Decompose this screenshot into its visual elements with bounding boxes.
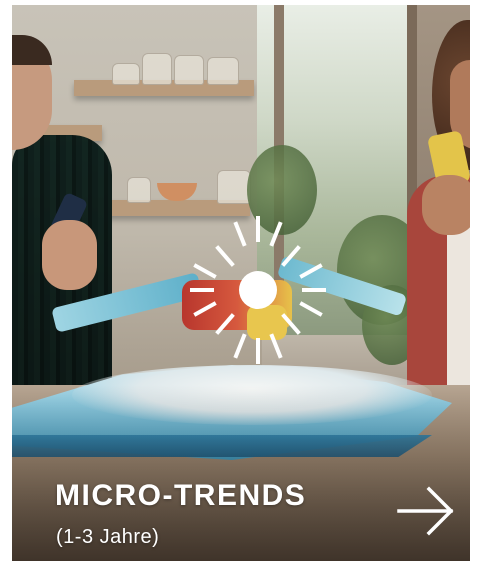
card-title: MICRO-TRENDS	[55, 479, 307, 512]
sun-icon	[190, 216, 326, 364]
card-subtitle: (1-3 Jahre)	[56, 526, 160, 548]
micro-trends-card[interactable]: MICRO-TRENDS (1-3 Jahre)	[12, 5, 470, 561]
arrow-right-icon[interactable]	[395, 480, 457, 542]
